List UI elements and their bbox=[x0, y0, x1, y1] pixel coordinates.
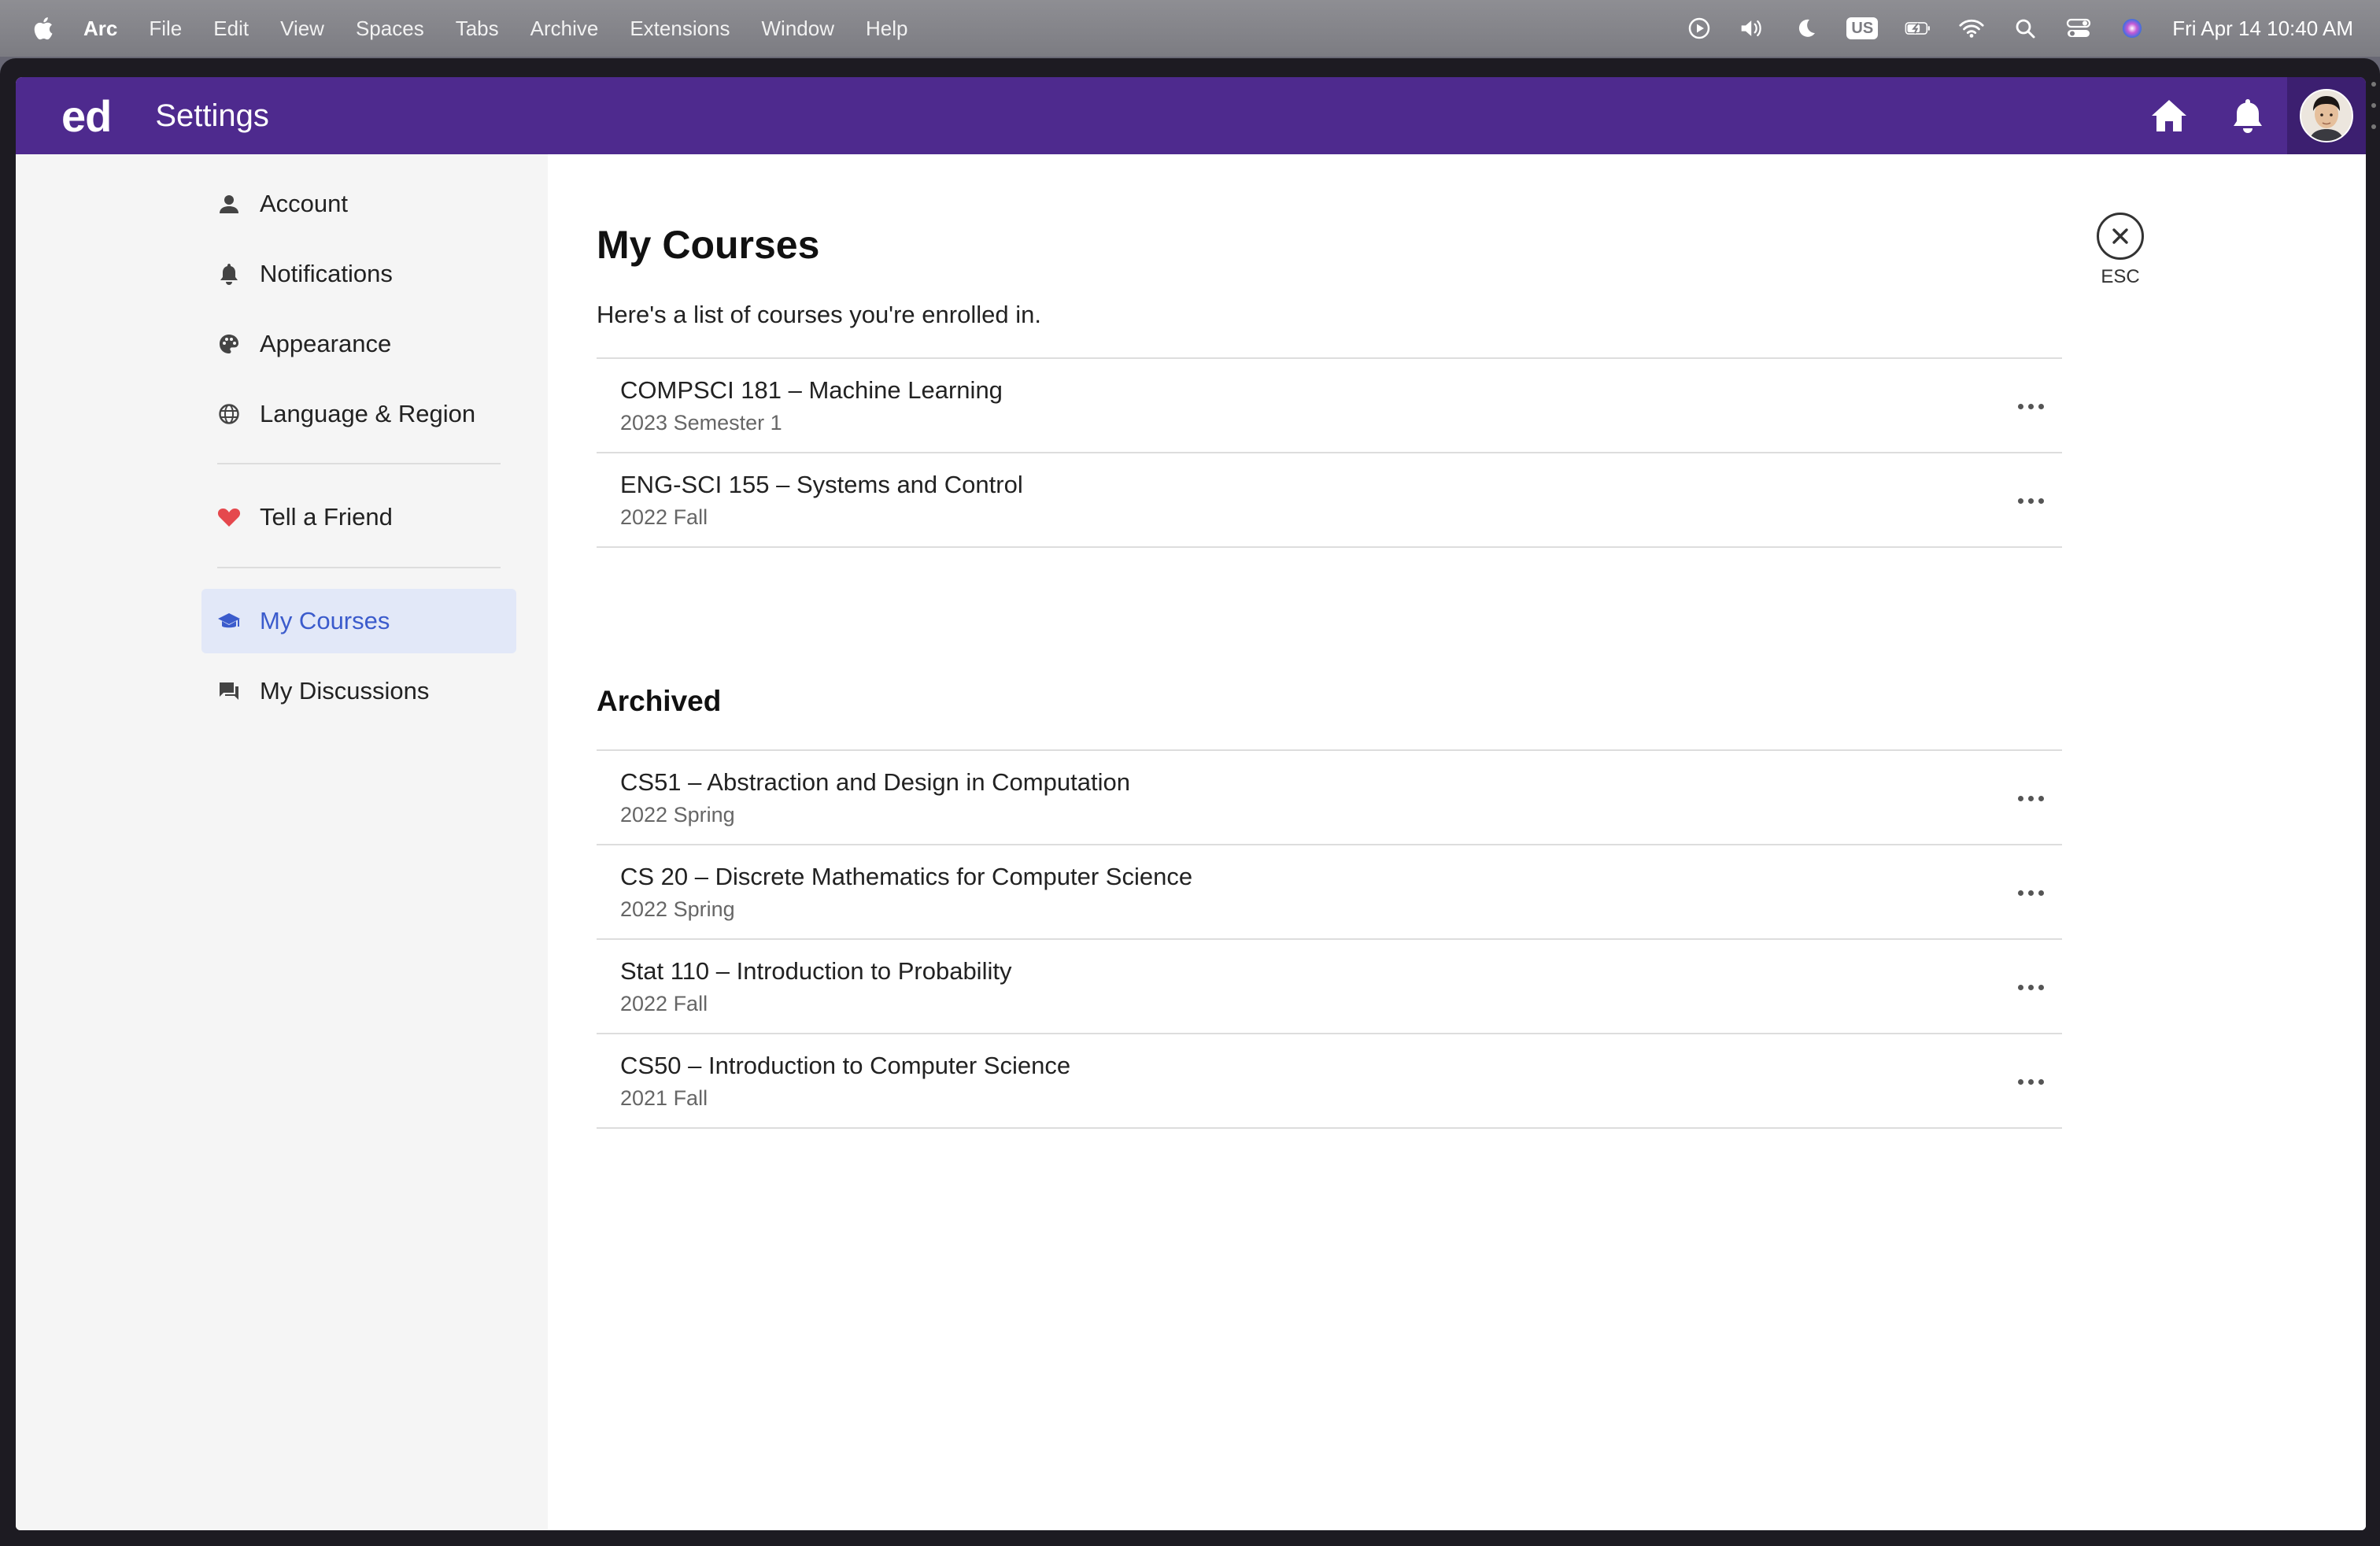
course-row[interactable]: COMPSCI 181 – Machine Learning 2023 Seme… bbox=[597, 359, 2062, 453]
settings-sidebar: Account Notifications Appearance Languag… bbox=[16, 154, 548, 1530]
battery-icon[interactable] bbox=[1905, 15, 1931, 42]
course-term: 2021 Fall bbox=[620, 1086, 708, 1110]
archived-heading: Archived bbox=[597, 685, 722, 717]
sidebar-item-tell-a-friend[interactable]: Tell a Friend bbox=[201, 485, 516, 549]
menu-window[interactable]: Window bbox=[762, 17, 834, 41]
menubar-clock[interactable]: Fri Apr 14 10:40 AM bbox=[2172, 17, 2353, 41]
control-center-icon[interactable] bbox=[2065, 15, 2092, 42]
course-term: 2023 Semester 1 bbox=[620, 411, 782, 435]
chat-icon bbox=[217, 679, 241, 703]
graduation-cap-icon bbox=[217, 609, 241, 633]
heart-icon bbox=[217, 505, 241, 529]
sidebar-divider bbox=[217, 567, 501, 568]
main-content: My Courses Here's a list of courses you'… bbox=[548, 154, 2366, 1530]
sidebar-item-label: Notifications bbox=[260, 260, 393, 287]
course-term: 2022 Fall bbox=[620, 992, 708, 1015]
window-drag-handle[interactable] bbox=[2371, 82, 2377, 129]
sidebar-item-label: Language & Region bbox=[260, 400, 476, 427]
course-row[interactable]: CS 20 – Discrete Mathematics for Compute… bbox=[597, 845, 2062, 940]
menu-tabs[interactable]: Tabs bbox=[456, 17, 499, 41]
palette-icon bbox=[217, 332, 241, 356]
menu-archive[interactable]: Archive bbox=[530, 17, 599, 41]
course-term: 2022 Spring bbox=[620, 897, 735, 921]
more-options-icon[interactable] bbox=[2007, 477, 2054, 524]
sidebar-item-label: Tell a Friend bbox=[260, 503, 393, 531]
course-term: 2022 Spring bbox=[620, 803, 735, 827]
globe-icon bbox=[217, 402, 241, 426]
sidebar-divider bbox=[217, 463, 501, 464]
more-options-icon[interactable] bbox=[2007, 1058, 2054, 1105]
course-name[interactable]: CS 20 – Discrete Mathematics for Compute… bbox=[620, 863, 1192, 891]
page-header-title: Settings bbox=[155, 98, 269, 133]
siri-icon[interactable] bbox=[2119, 15, 2145, 42]
course-row[interactable]: CS50 – Introduction to Computer Science … bbox=[597, 1034, 2062, 1129]
course-name[interactable]: CS50 – Introduction to Computer Science bbox=[620, 1052, 1070, 1080]
menu-file[interactable]: File bbox=[149, 17, 182, 41]
sidebar-item-label: Appearance bbox=[260, 330, 392, 357]
menubar-status-area: US Fri Apr 14 10:40 AM bbox=[1659, 0, 2353, 57]
sidebar-item-account[interactable]: Account bbox=[201, 172, 516, 236]
sidebar-item-notifications[interactable]: Notifications bbox=[201, 242, 516, 306]
bell-icon bbox=[2234, 99, 2262, 133]
course-row[interactable]: CS51 – Abstraction and Design in Computa… bbox=[597, 751, 2062, 845]
user-menu-button[interactable] bbox=[2287, 77, 2366, 154]
esc-label: ESC bbox=[2101, 266, 2140, 287]
sidebar-item-language-region[interactable]: Language & Region bbox=[201, 382, 516, 446]
bell-icon bbox=[217, 262, 241, 286]
sidebar-item-my-discussions[interactable]: My Discussions bbox=[201, 659, 516, 723]
course-name[interactable]: CS51 – Abstraction and Design in Computa… bbox=[620, 768, 1130, 797]
play-circle-icon[interactable] bbox=[1686, 15, 1713, 42]
volume-icon[interactable] bbox=[1739, 15, 1766, 42]
person-icon bbox=[217, 192, 241, 216]
notifications-button[interactable] bbox=[2208, 77, 2287, 154]
wifi-icon[interactable] bbox=[1958, 15, 1985, 42]
keyboard-layout-badge[interactable]: US bbox=[1846, 17, 1879, 39]
course-name[interactable]: ENG-SCI 155 – Systems and Control bbox=[620, 471, 1023, 499]
apple-logo-icon[interactable] bbox=[31, 15, 54, 42]
ed-logo[interactable]: ed bbox=[61, 91, 112, 142]
course-row[interactable]: ENG-SCI 155 – Systems and Control 2022 F… bbox=[597, 453, 2062, 548]
more-options-icon[interactable] bbox=[2007, 383, 2054, 430]
page-subtitle: Here's a list of courses you're enrolled… bbox=[597, 301, 1041, 328]
sidebar-item-label: My Discussions bbox=[260, 677, 430, 705]
browser-window: ed Settings Account Notifications Appear… bbox=[0, 58, 2380, 1546]
sidebar-item-label: My Courses bbox=[260, 607, 390, 634]
course-row[interactable]: Stat 110 – Introduction to Probability 2… bbox=[597, 940, 2062, 1034]
sidebar-item-label: Account bbox=[260, 190, 349, 217]
course-name[interactable]: COMPSCI 181 – Machine Learning bbox=[620, 376, 1003, 405]
menu-app-name[interactable]: Arc bbox=[83, 17, 117, 41]
macos-menu-bar: Arc File Edit View Spaces Tabs Archive E… bbox=[0, 0, 2380, 57]
app-header: ed Settings bbox=[16, 77, 2366, 154]
sidebar-item-appearance[interactable]: Appearance bbox=[201, 312, 516, 376]
menu-spaces[interactable]: Spaces bbox=[356, 17, 424, 41]
course-term: 2022 Fall bbox=[620, 505, 708, 529]
home-icon bbox=[2152, 100, 2186, 131]
more-options-icon[interactable] bbox=[2007, 869, 2054, 916]
menu-view[interactable]: View bbox=[280, 17, 324, 41]
moon-icon[interactable] bbox=[1793, 15, 1820, 42]
menu-help[interactable]: Help bbox=[866, 17, 907, 41]
sidebar-item-my-courses[interactable]: My Courses bbox=[201, 589, 516, 653]
more-options-icon[interactable] bbox=[2007, 775, 2054, 822]
page-title: My Courses bbox=[597, 223, 820, 267]
header-actions bbox=[2130, 77, 2366, 154]
ed-app: ed Settings Account Notifications Appear… bbox=[16, 77, 2366, 1530]
avatar bbox=[2300, 89, 2353, 142]
home-button[interactable] bbox=[2130, 77, 2208, 154]
close-icon bbox=[2097, 213, 2144, 260]
search-icon[interactable] bbox=[2012, 15, 2038, 42]
course-name[interactable]: Stat 110 – Introduction to Probability bbox=[620, 957, 1011, 986]
more-options-icon[interactable] bbox=[2007, 963, 2054, 1011]
archived-courses-list: CS51 – Abstraction and Design in Computa… bbox=[597, 749, 2062, 1129]
menu-edit[interactable]: Edit bbox=[213, 17, 249, 41]
current-courses-list: COMPSCI 181 – Machine Learning 2023 Seme… bbox=[597, 357, 2062, 548]
menu-extensions[interactable]: Extensions bbox=[630, 17, 730, 41]
close-button[interactable]: ESC bbox=[2090, 213, 2150, 291]
